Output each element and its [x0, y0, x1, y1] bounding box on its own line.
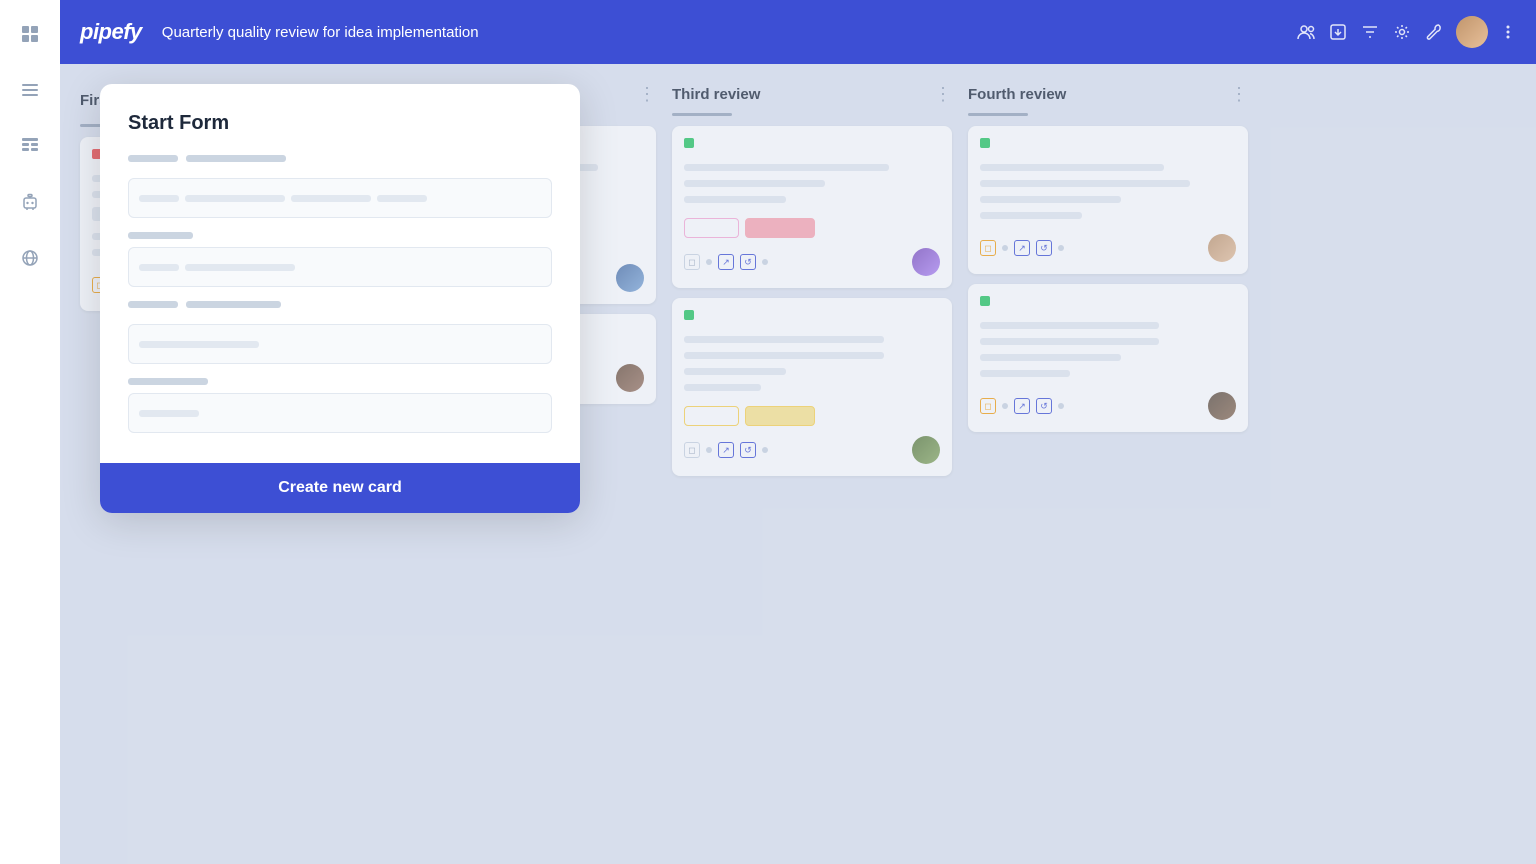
field3-label-chunk2: [186, 301, 281, 308]
user-avatar[interactable]: [1456, 16, 1488, 48]
wrench-icon[interactable]: [1424, 22, 1444, 42]
input-placeholder1c: [291, 195, 371, 202]
create-new-card-button[interactable]: Create new card: [128, 479, 552, 497]
header-actions: [1296, 16, 1516, 48]
start-form-modal: Start Form: [100, 84, 580, 513]
sidebar-icon-list[interactable]: [12, 72, 48, 108]
sidebar-icon-robot[interactable]: [12, 184, 48, 220]
field1-label-row: [128, 155, 552, 170]
input-placeholder1d: [377, 195, 427, 202]
sidebar-icon-grid[interactable]: [12, 16, 48, 52]
input-placeholder4: [139, 410, 199, 417]
main-content: pipefy Quarterly quality review for idea…: [60, 0, 1536, 864]
board: First review + ⋮: [60, 64, 1536, 864]
import-icon[interactable]: [1328, 22, 1348, 42]
input-placeholder3: [139, 341, 259, 348]
sidebar-icon-table[interactable]: [12, 128, 48, 164]
field2-input[interactable]: [128, 247, 552, 287]
field3-label-chunk1: [128, 301, 178, 308]
field4-label: [128, 378, 208, 385]
form-title: Start Form: [128, 112, 552, 135]
team-icon[interactable]: [1296, 22, 1316, 42]
sidebar: [0, 0, 60, 864]
field4-input[interactable]: [128, 393, 552, 433]
sidebar-icon-globe[interactable]: [12, 240, 48, 276]
field1-input[interactable]: [128, 178, 552, 218]
logo: pipefy: [80, 19, 142, 45]
field2-label-row: [128, 232, 552, 239]
field3-label-row: [128, 301, 552, 316]
filter-icon[interactable]: [1360, 22, 1380, 42]
field1-label-chunk2: [186, 155, 286, 162]
page-title: Quarterly quality review for idea implem…: [162, 24, 1296, 41]
more-options-icon[interactable]: [1500, 24, 1516, 40]
field1-label-chunk1: [128, 155, 178, 162]
settings-icon[interactable]: [1392, 22, 1412, 42]
field2-label: [128, 232, 193, 239]
header: pipefy Quarterly quality review for idea…: [60, 0, 1536, 64]
field4-label-row: [128, 378, 552, 385]
field3-input[interactable]: [128, 324, 552, 364]
input-placeholder1a: [139, 195, 179, 202]
input-placeholder2b: [185, 264, 295, 271]
form-footer: Create new card: [100, 463, 580, 513]
input-placeholder1b: [185, 195, 285, 202]
form-body: Start Form: [100, 84, 580, 463]
input-placeholder2a: [139, 264, 179, 271]
